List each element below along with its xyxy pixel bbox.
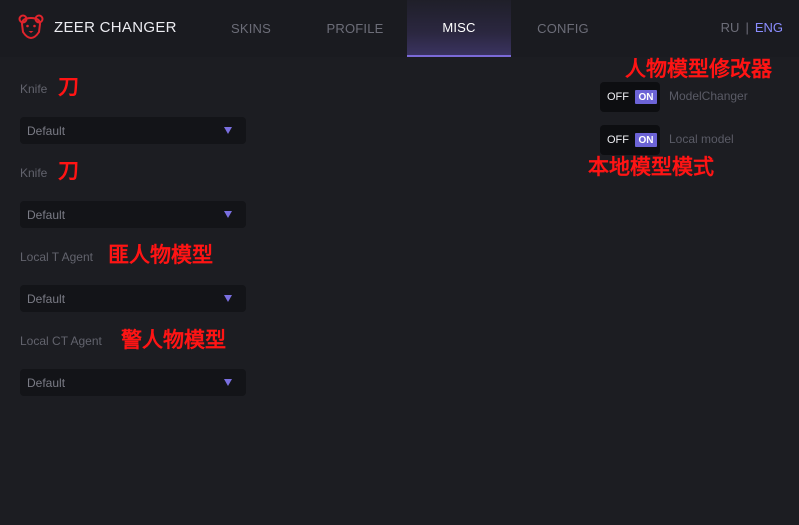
toggle-on-label: ON (635, 90, 657, 104)
knife-select-2-value: Default (27, 208, 66, 222)
local-t-agent-select[interactable]: Default (20, 285, 246, 312)
app-title: ZEER CHANGER (54, 18, 177, 36)
knife-label-2: Knife (20, 166, 48, 180)
toggle-on-label: ON (635, 133, 657, 147)
chevron-down-icon (224, 127, 232, 134)
tab-config[interactable]: CONFIG (513, 0, 613, 57)
knife-label: Knife (20, 82, 48, 96)
local-ct-agent-select-value: Default (27, 376, 66, 390)
local-t-agent-select-value: Default (27, 292, 66, 306)
local-model-label: Local model (669, 132, 734, 146)
knife-select[interactable]: Default (20, 117, 246, 144)
knife-select-2[interactable]: Default (20, 201, 246, 228)
brand: ZEER CHANGER (18, 14, 177, 40)
model-changer-toggle[interactable]: OFF ON (600, 82, 660, 112)
local-ct-agent-select[interactable]: Default (20, 369, 246, 396)
model-changer-annotation: 人物模型修改器 (625, 57, 772, 81)
knife-select-value: Default (27, 124, 66, 138)
local-t-agent-label: Local T Agent (20, 250, 93, 264)
lang-ru[interactable]: RU (721, 20, 740, 35)
language-switcher: RU | ENG (721, 20, 783, 35)
top-bar: ZEER CHANGER SKINS PROFILE MISC CONFIG R… (0, 0, 799, 57)
local-ct-agent-annotation: 警人物模型 (121, 328, 226, 352)
toggle-off-label: OFF (607, 91, 629, 103)
chevron-down-icon (224, 211, 232, 218)
toggle-off-label: OFF (607, 134, 629, 146)
chevron-down-icon (224, 295, 232, 302)
lang-eng[interactable]: ENG (755, 20, 783, 35)
knife-annotation-2: 刀 (58, 159, 79, 183)
local-model-toggle[interactable]: OFF ON (600, 125, 660, 155)
bear-icon (18, 14, 44, 40)
model-changer-label: ModelChanger (669, 89, 748, 103)
lang-separator: | (745, 20, 749, 35)
tab-skins[interactable]: SKINS (201, 0, 301, 57)
local-model-annotation: 本地模型模式 (588, 155, 714, 179)
chevron-down-icon (224, 379, 232, 386)
tab-profile[interactable]: PROFILE (305, 0, 405, 57)
local-ct-agent-label: Local CT Agent (20, 334, 102, 348)
knife-annotation: 刀 (58, 75, 79, 99)
tab-misc[interactable]: MISC (407, 0, 511, 57)
local-t-agent-annotation: 匪人物模型 (108, 243, 213, 267)
